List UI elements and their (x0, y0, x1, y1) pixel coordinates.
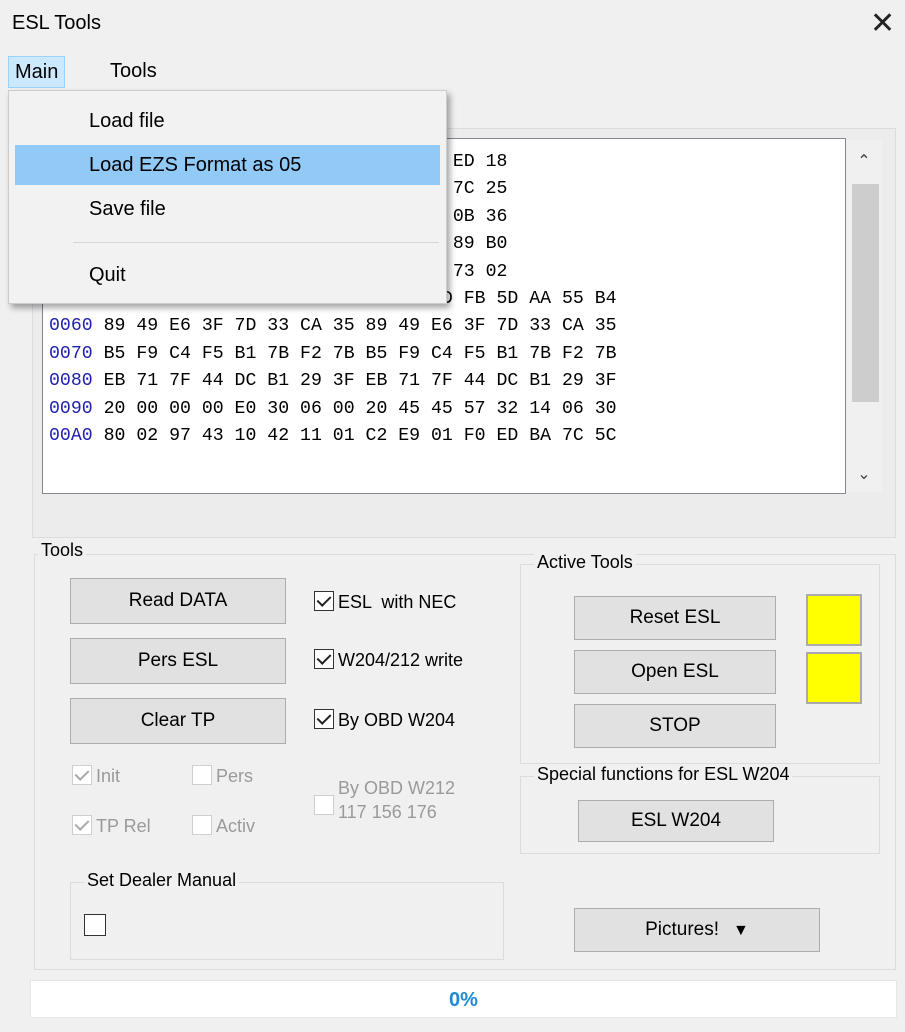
hex-line: 00A0 80 02 97 43 10 42 11 01 C2 E9 01 F0… (49, 423, 617, 450)
chevron-down-icon[interactable]: ⌄ (846, 458, 882, 492)
hex-line: 0080 EB 71 7F 44 DC B1 29 3F EB 71 7F 44… (49, 368, 617, 395)
checkbox-label: TP Rel (96, 816, 151, 836)
menu-item-load-ezs[interactable]: Load EZS Format as 05 (15, 145, 440, 185)
hex-bytes: EB 71 7F 44 DC B1 29 3F EB 71 7F 44 DC B… (92, 371, 617, 392)
dealer-manual-group (70, 882, 504, 960)
hex-address: 0090 (49, 398, 93, 419)
chevron-up-icon[interactable]: ⌃ (846, 140, 882, 180)
checkbox-box (72, 815, 92, 835)
menu-item-label: Load EZS Format as 05 (89, 154, 302, 176)
hex-line: 0090 20 00 00 00 E0 30 06 00 20 45 45 57… (49, 396, 617, 423)
checkbox-box (192, 815, 212, 835)
progress-bar: 0% (30, 980, 897, 1018)
hex-bytes: 80 02 97 43 10 42 11 01 C2 E9 01 F0 ED B… (92, 425, 617, 446)
menu-main[interactable]: Main (8, 56, 66, 88)
special-functions-label: Special functions for ESL W204 (534, 764, 793, 785)
checkbox-label: By OBD W204 (338, 710, 456, 730)
stop-button[interactable]: STOP (574, 704, 776, 748)
checkbox-label: W204/212 write (338, 650, 464, 670)
checkbox-box (192, 765, 212, 785)
triangle-down-icon: ▼ (733, 922, 749, 939)
status-indicator (806, 652, 862, 704)
dealer-manual-label: Set Dealer Manual (84, 870, 240, 891)
hex-bytes: 20 00 00 00 E0 30 06 00 20 45 45 57 32 1… (92, 398, 617, 419)
checkbox-label: By OBD W212 117 156 176 (338, 778, 456, 822)
checkbox-label: Activ (216, 816, 256, 836)
clear-tp-button[interactable]: Clear TP (70, 698, 286, 744)
checkbox-box[interactable] (314, 591, 334, 611)
menu-item-quit[interactable]: Quit (15, 255, 440, 295)
pictures-dropdown-button[interactable]: Pictures! ▼ (574, 908, 820, 952)
pictures-label: Pictures! (645, 919, 720, 940)
vertical-scrollbar[interactable]: ⌃ ⌄ (846, 140, 882, 492)
hex-address: 00A0 (49, 425, 93, 446)
hex-address: 0070 (49, 343, 93, 364)
open-esl-button[interactable]: Open ESL (574, 650, 776, 694)
checkbox-box[interactable] (314, 709, 334, 729)
progress-text: 0% (449, 989, 478, 1011)
hex-line: 0070 B5 F9 C4 F5 B1 7B F2 7B B5 F9 C4 F5… (49, 341, 617, 368)
checkbox-label: Pers (216, 766, 254, 786)
hex-address: 0080 (49, 371, 93, 392)
reset-esl-button[interactable]: Reset ESL (574, 596, 776, 640)
menu-separator (73, 242, 439, 243)
status-indicator (806, 594, 862, 646)
dealer-manual-checkbox[interactable] (84, 914, 106, 936)
read-data-button[interactable]: Read DATA (70, 578, 286, 624)
menu-item-label: Quit (89, 264, 126, 286)
menu-item-label: Save file (89, 198, 166, 220)
menu-item-label: Load file (89, 110, 165, 132)
main-menu-dropdown: Load file Load EZS Format as 05 Save fil… (8, 90, 447, 304)
hex-bytes: B5 F9 C4 F5 B1 7B F2 7B B5 F9 C4 F5 B1 7… (92, 343, 617, 364)
menu-item-load-file[interactable]: Load file (15, 101, 440, 141)
checkbox-box[interactable] (314, 649, 334, 669)
menu-bar: Main Tools (0, 54, 905, 88)
menu-tools[interactable]: Tools (104, 56, 163, 86)
scrollbar-thumb[interactable] (852, 184, 879, 402)
hex-line: 0060 89 49 E6 3F 7D 33 CA 35 89 49 E6 3F… (49, 313, 617, 340)
active-tools-label: Active Tools (534, 552, 636, 573)
tools-group-label: Tools (38, 540, 87, 561)
checkbox-label: Init (96, 766, 121, 786)
checkbox-label: ESL with NEC (338, 592, 457, 612)
window-title: ESL Tools (12, 12, 101, 34)
pers-esl-button[interactable]: Pers ESL (70, 638, 286, 684)
hex-bytes: 89 49 E6 3F 7D 33 CA 35 89 49 E6 3F 7D 3… (92, 316, 617, 337)
hex-address: 0060 (49, 316, 93, 337)
esl-w204-button[interactable]: ESL W204 (578, 800, 774, 842)
checkbox-box (314, 795, 334, 815)
checkbox-box (72, 765, 92, 785)
close-icon[interactable]: ✕ (870, 4, 895, 44)
menu-item-save-file[interactable]: Save file (15, 189, 440, 229)
